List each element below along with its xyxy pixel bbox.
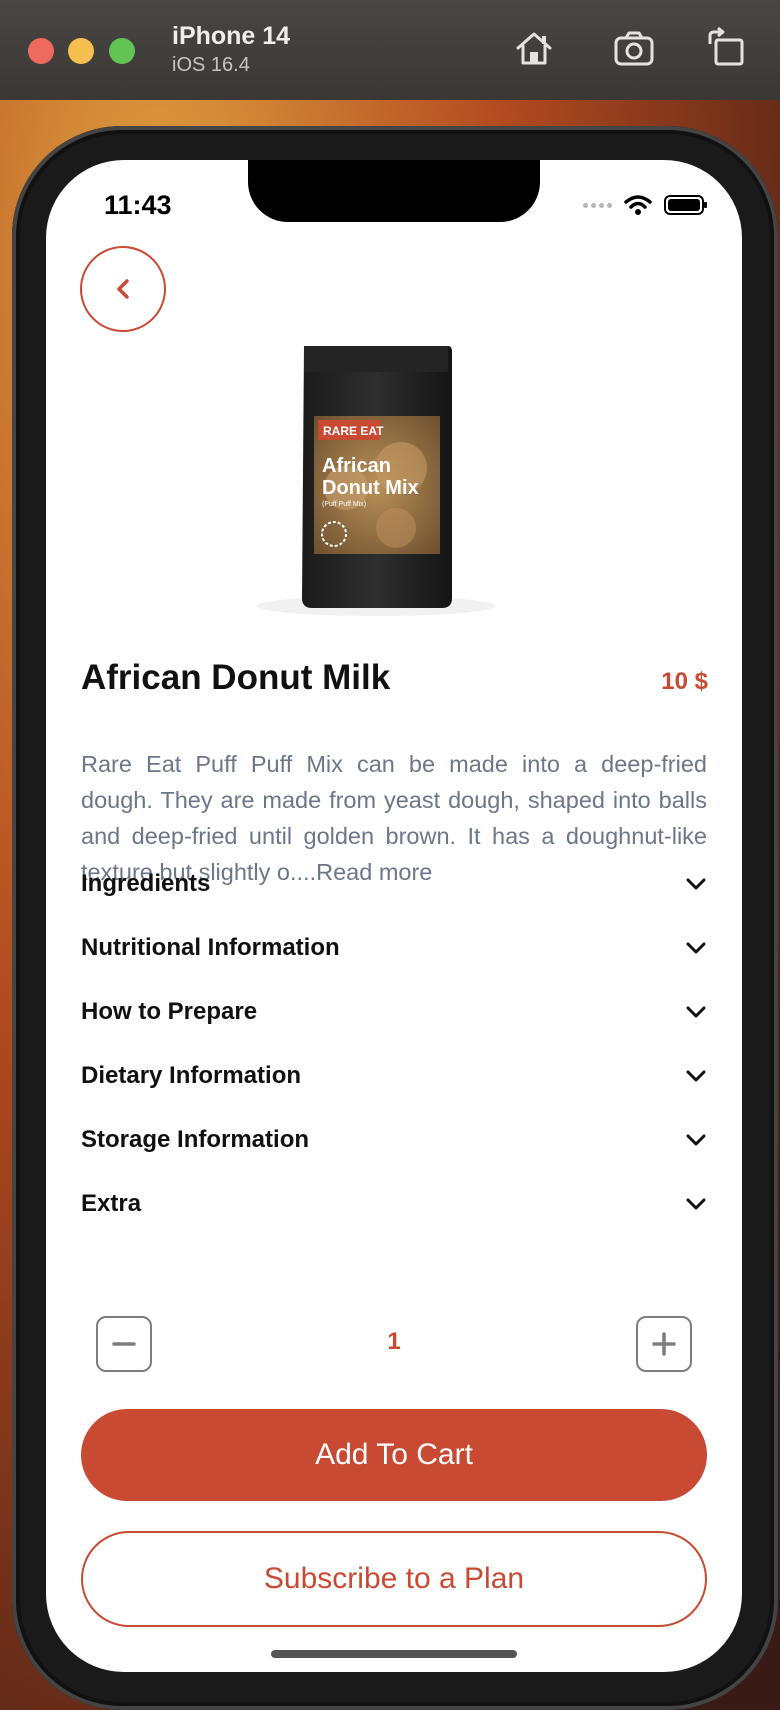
product-image: RARE EAT African Donut Mix (Puff Puff Mi… xyxy=(256,346,496,616)
accordion-dietary-information[interactable]: Dietary Information xyxy=(81,1044,707,1108)
home-icon[interactable] xyxy=(512,26,556,70)
chevron-down-icon xyxy=(686,1006,706,1018)
accordion-ingredients[interactable]: Ingredients xyxy=(81,852,707,916)
simulator-title-bar: iPhone 14 iOS 16.4 xyxy=(0,0,780,101)
battery-icon xyxy=(664,195,707,215)
accordion-label: Storage Information xyxy=(81,1126,310,1153)
signal-icon xyxy=(583,202,612,208)
minimize-window-button[interactable] xyxy=(68,38,94,64)
accordion-label: Dietary Information xyxy=(81,1062,302,1089)
chevron-down-icon xyxy=(686,1070,706,1082)
screenshot-icon[interactable] xyxy=(612,26,656,70)
close-window-button[interactable] xyxy=(28,38,54,64)
status-time: 11:43 xyxy=(104,190,172,220)
accordion-how-to-prepare[interactable]: How to Prepare xyxy=(81,980,707,1044)
product-image-title-1: African xyxy=(322,455,391,477)
chevron-down-icon xyxy=(686,878,706,890)
accordion-label: How to Prepare xyxy=(81,998,258,1025)
product-price: 10 $ xyxy=(661,668,708,695)
accordion-label: Extra xyxy=(81,1190,142,1217)
chevron-down-icon xyxy=(686,1198,706,1210)
device-name: iPhone 14 xyxy=(172,22,291,50)
wifi-icon xyxy=(624,195,652,215)
zoom-window-button[interactable] xyxy=(109,38,135,64)
phone-screen: 11:43 RARE EAT African Donut Mix (Puff P… xyxy=(46,160,742,1672)
status-icons xyxy=(583,194,708,216)
back-button[interactable] xyxy=(80,246,166,332)
chevron-down-icon xyxy=(686,942,706,954)
chevron-left-icon xyxy=(117,279,129,299)
subscribe-plan-button[interactable]: Subscribe to a Plan xyxy=(81,1531,707,1627)
product-image-subtitle: (Puff Puff Mix) xyxy=(322,501,366,508)
accordion-label: Ingredients xyxy=(81,870,211,897)
quantity-value: 1 xyxy=(387,1328,401,1355)
rotate-icon[interactable] xyxy=(704,26,748,70)
product-image-title-2: Donut Mix xyxy=(322,477,419,499)
accordion-label: Nutritional Information xyxy=(81,934,340,961)
os-version: iOS 16.4 xyxy=(172,54,250,76)
chevron-down-icon xyxy=(686,1134,706,1146)
increase-quantity-button[interactable] xyxy=(636,1316,692,1372)
accordion-storage-information[interactable]: Storage Information xyxy=(81,1108,707,1172)
accordion-extra[interactable]: Extra xyxy=(81,1172,707,1236)
accordion-nutritional-information[interactable]: Nutritional Information xyxy=(81,916,707,980)
product-image-brand: RARE EAT xyxy=(323,424,384,438)
info-accordion: Ingredients Nutritional Information How … xyxy=(81,852,707,1236)
quantity-stepper: 1 xyxy=(96,1316,692,1374)
plus-icon xyxy=(652,1332,676,1356)
notch xyxy=(248,160,540,222)
product-title: African Donut Milk xyxy=(81,658,391,697)
add-to-cart-button[interactable]: Add To Cart xyxy=(81,1409,707,1501)
home-indicator[interactable] xyxy=(271,1650,517,1658)
